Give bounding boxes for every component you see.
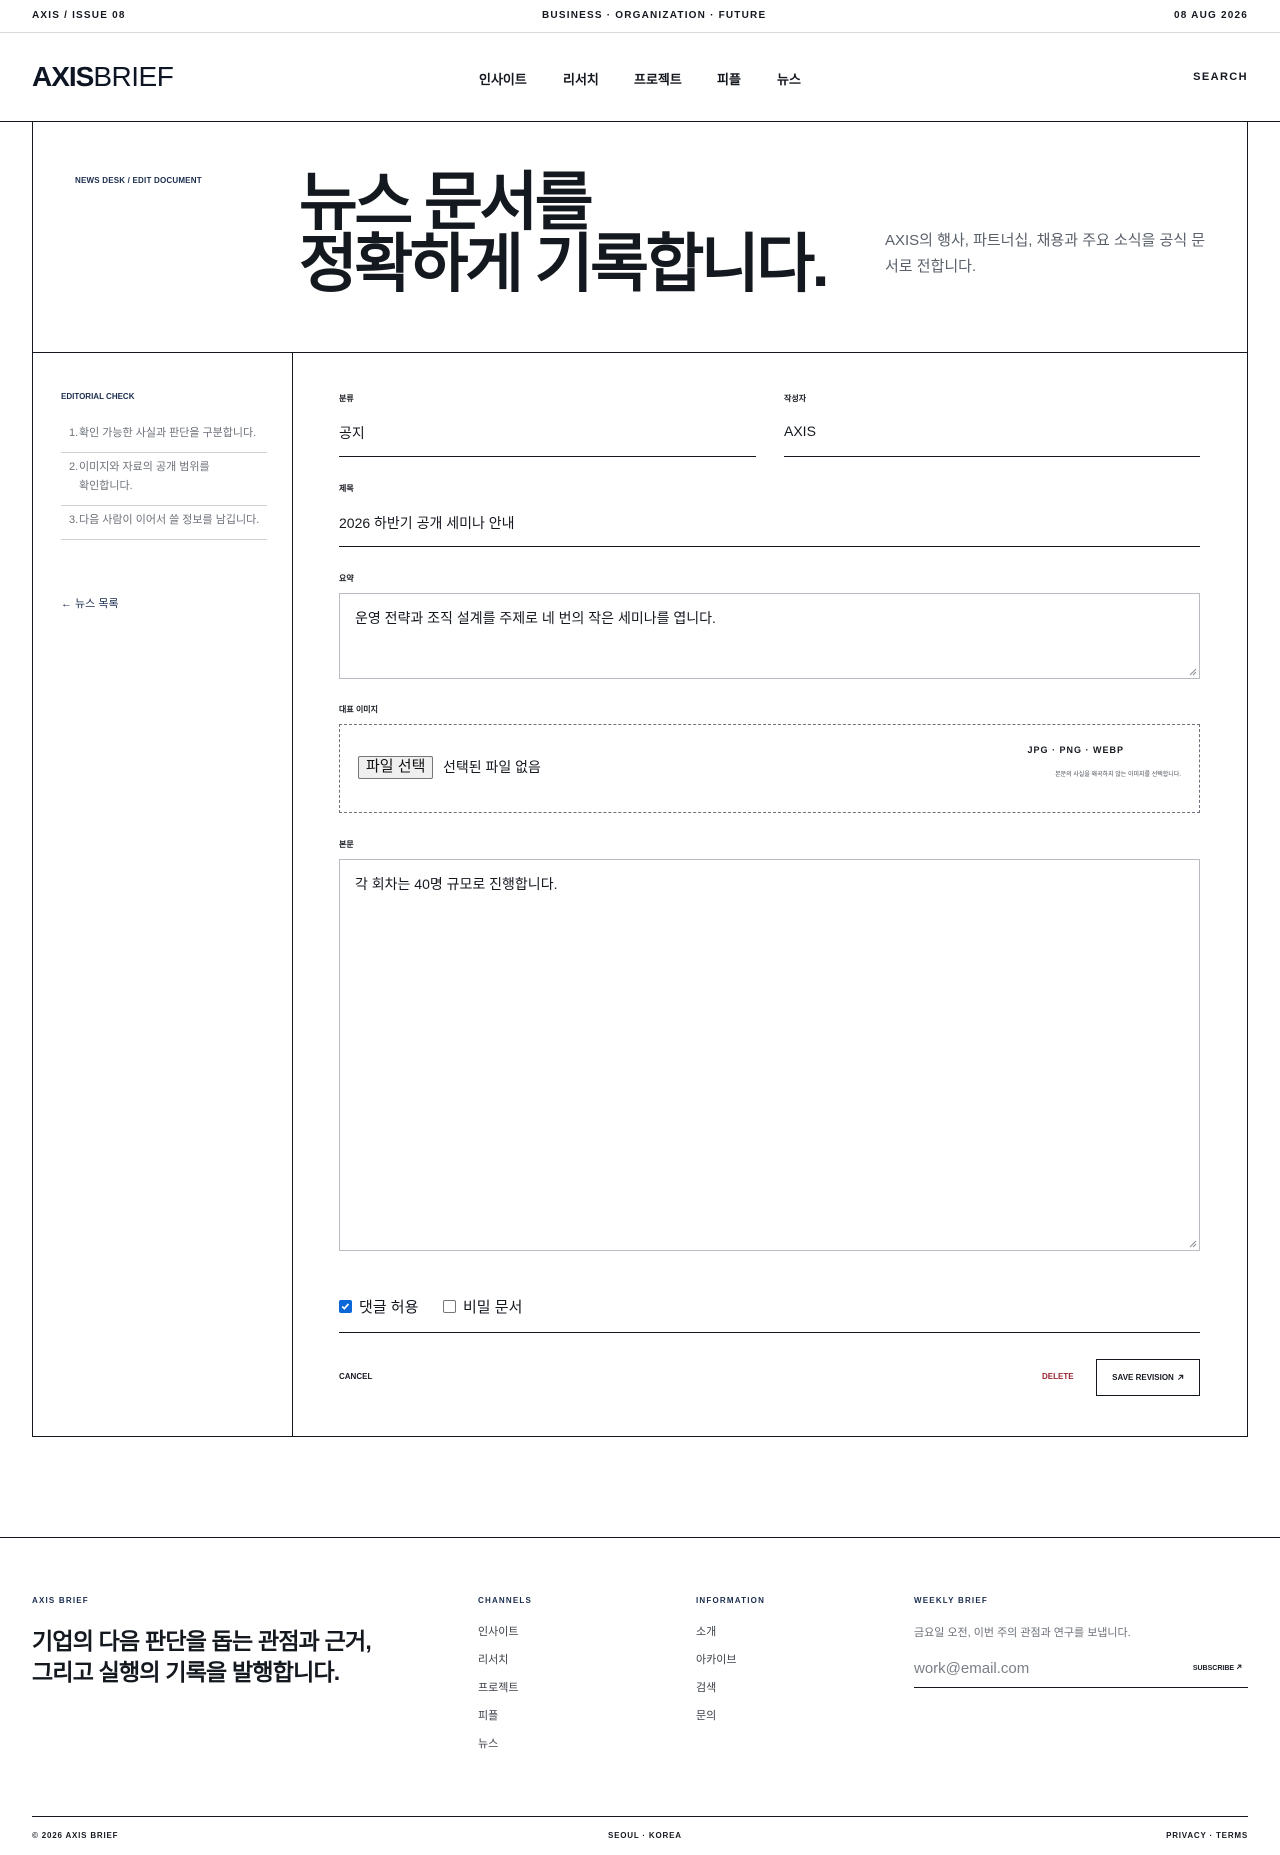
divider (339, 1332, 1200, 1333)
title-field[interactable]: 2026 하반기 공개 세미나 안내 (339, 508, 1200, 547)
list-item-number: 3. (69, 514, 79, 526)
subscribe-button[interactable]: SUBSCRIBE (1193, 1664, 1242, 1672)
nav-item-project[interactable]: 프로젝트 (634, 69, 682, 88)
secret-document-checkbox[interactable]: 비밀 문서 (443, 1296, 522, 1317)
legal-links[interactable]: PRIVACY · TERMS (1166, 1831, 1248, 1840)
category-label: 분류 (339, 394, 354, 403)
topbar-tagline: BUSINESS · ORGANIZATION · FUTURE (542, 10, 767, 21)
footer-link-research[interactable]: 리서치 (478, 1652, 518, 1680)
allowed-file-types: JPG · PNG · WEBP (1027, 745, 1124, 755)
footer-tagline: 기업의 다음 판단을 돕는 관점과 근거, 그리고 실행의 기록을 발행합니다. (32, 1626, 372, 1688)
body-label: 본문 (339, 840, 354, 849)
list-item-text: 이미지와 자료의 공개 범위를 확인합니다. (79, 461, 210, 492)
subscribe-label: SUBSCRIBE (1192, 1665, 1235, 1672)
footer-link-contact[interactable]: 문의 (696, 1708, 736, 1736)
page-title: 뉴스 문서를 정확하게 기록합니다. (299, 166, 829, 300)
image-upload-dropzone[interactable]: 파일 선택 선택된 파일 없음 JPG · PNG · WEBP 본문의 사실을… (339, 724, 1200, 813)
nav-item-research[interactable]: 리서치 (563, 69, 599, 88)
site-header: AXISBRIEF 인사이트 리서치 프로젝트 피플 뉴스 SEARCH (0, 33, 1280, 122)
footer-channels-list: 인사이트 리서치 프로젝트 피플 뉴스 (478, 1624, 518, 1764)
footer-link-news[interactable]: 뉴스 (478, 1736, 518, 1764)
footer-information-list: 소개 아카이브 검색 문의 (696, 1624, 736, 1736)
footer-link-people[interactable]: 피플 (478, 1708, 518, 1736)
footer-link-project[interactable]: 프로젝트 (478, 1680, 518, 1708)
save-revision-button[interactable]: SAVE REVISION (1096, 1359, 1200, 1396)
back-to-news-list-link[interactable]: ← 뉴스 목록 (61, 595, 119, 611)
footer-tagline-line-1: 기업의 다음 판단을 돕는 관점과 근거, (32, 1628, 372, 1654)
list-item-text: 확인 가능한 사실과 판단을 구분합니다. (79, 427, 257, 439)
arrow-up-right-icon (1236, 1664, 1242, 1670)
arrow-up-right-icon (1177, 1374, 1184, 1381)
site-logo[interactable]: AXISBRIEF (32, 61, 174, 92)
page-title-line-1: 뉴스 문서를 (299, 166, 594, 238)
summary-value: 운영 전략과 조직 설계를 주제로 네 번의 작은 세미나를 엽니다. (355, 610, 716, 626)
author-field[interactable]: AXIS (784, 418, 1200, 457)
checkbox-checked-icon[interactable] (339, 1300, 352, 1313)
list-item: 3. 다음 사람이 이어서 쓸 정보를 남깁니다. (61, 506, 267, 540)
nav-item-news[interactable]: 뉴스 (777, 69, 801, 88)
summary-textarea[interactable]: 운영 전략과 조직 설계를 주제로 네 번의 작은 세미나를 엽니다. (339, 593, 1200, 679)
top-strip: AXIS / ISSUE 08 BUSINESS · ORGANIZATION … (0, 0, 1280, 33)
upload-hint: 본문의 사실을 왜곡하지 않는 이미지를 선택합니다. (1055, 772, 1181, 778)
save-revision-label: SAVE REVISION (1112, 1373, 1174, 1382)
footer-channels-title: CHANNELS (478, 1596, 533, 1605)
nav-item-insight[interactable]: 인사이트 (479, 69, 527, 88)
logo-light: BRIEF (93, 61, 174, 92)
title-value: 2026 하반기 공개 세미나 안내 (339, 515, 515, 531)
issue-date: 08 AUG 2026 (1174, 10, 1248, 21)
newsletter-title: WEEKLY BRIEF (914, 1596, 988, 1605)
resize-handle-icon[interactable] (1189, 1240, 1197, 1248)
logo-bold: AXIS (32, 61, 94, 92)
category-select[interactable]: 공지 (339, 418, 756, 457)
location-label: SEOUL · KOREA (608, 1831, 682, 1840)
allow-comments-checkbox[interactable]: 댓글 허용 (339, 1296, 418, 1317)
footer-link-search[interactable]: 검색 (696, 1680, 736, 1708)
footer-brand: AXIS BRIEF (32, 1596, 89, 1605)
body-textarea[interactable]: 각 회차는 40명 규모로 진행합니다. (339, 859, 1200, 1251)
copyright: © 2026 AXIS BRIEF (32, 1831, 119, 1840)
search-link[interactable]: SEARCH (1193, 71, 1248, 83)
list-item: 1. 확인 가능한 사실과 판단을 구분합니다. (61, 419, 267, 453)
footer-link-archive[interactable]: 아카이브 (696, 1652, 736, 1680)
footer-link-insight[interactable]: 인사이트 (478, 1624, 518, 1652)
list-item: 2. 이미지와 자료의 공개 범위를 확인합니다. (61, 453, 267, 506)
issue-label: AXIS / ISSUE 08 (32, 10, 126, 21)
body-value: 각 회차는 40명 규모로 진행합니다. (355, 876, 558, 892)
site-footer: AXIS BRIEF 기업의 다음 판단을 돕는 관점과 근거, 그리고 실행의… (0, 1537, 1280, 1855)
breadcrumb: NEWS DESK / EDIT DOCUMENT (75, 176, 202, 185)
choose-file-button[interactable]: 파일 선택 (358, 756, 434, 779)
list-item-text: 다음 사람이 이어서 쓸 정보를 남깁니다. (79, 514, 260, 526)
title-label: 제목 (339, 484, 354, 493)
page-title-line-2: 정확하게 기록합니다. (299, 228, 829, 300)
resize-handle-icon[interactable] (1189, 668, 1197, 676)
secret-document-label: 비밀 문서 (463, 1299, 523, 1316)
summary-label: 요약 (339, 574, 354, 583)
list-item-number: 1. (69, 427, 79, 439)
allow-comments-label: 댓글 허용 (359, 1299, 419, 1316)
newsletter-description: 금요일 오전, 이번 주의 관점과 연구를 보냅니다. (914, 1627, 1131, 1639)
checkbox-unchecked-icon[interactable] (443, 1300, 456, 1313)
footer-information-title: INFORMATION (696, 1596, 766, 1605)
editorial-check-list: 1. 확인 가능한 사실과 판단을 구분합니다. 2. 이미지와 자료의 공개 범위… (61, 419, 267, 540)
author-label: 작성자 (784, 394, 807, 403)
file-status: 선택된 파일 없음 (443, 759, 541, 775)
nav-item-people[interactable]: 피플 (717, 69, 741, 88)
page-description: AXIS의 행사, 파트너십, 채용과 주요 소식을 공식 문서로 전합니다. (885, 232, 1206, 275)
author-value: AXIS (784, 423, 816, 439)
newsletter-email-input[interactable]: work@email.com SUBSCRIBE (914, 1648, 1248, 1688)
cancel-button[interactable]: CANCEL (339, 1372, 372, 1381)
footer-divider (32, 1816, 1248, 1817)
hero-section: NEWS DESK / EDIT DOCUMENT 뉴스 문서를 정확하게 기록… (32, 122, 1248, 353)
footer-link-about[interactable]: 소개 (696, 1624, 736, 1652)
delete-button[interactable]: DELETE (1042, 1372, 1074, 1381)
email-placeholder: work@email.com (914, 1660, 1030, 1677)
editorial-check-title: EDITORIAL CHECK (61, 392, 135, 401)
list-item-number: 2. (69, 461, 79, 473)
category-value: 공지 (339, 425, 365, 441)
options-row: 댓글 허용 비밀 문서 (339, 1296, 1200, 1316)
editorial-sidebar: EDITORIAL CHECK 1. 확인 가능한 사실과 판단을 구분합니다. … (33, 353, 293, 1436)
footer-tagline-line-2: 그리고 실행의 기록을 발행합니다. (32, 1659, 340, 1685)
image-label: 대표 이미지 (339, 705, 379, 714)
